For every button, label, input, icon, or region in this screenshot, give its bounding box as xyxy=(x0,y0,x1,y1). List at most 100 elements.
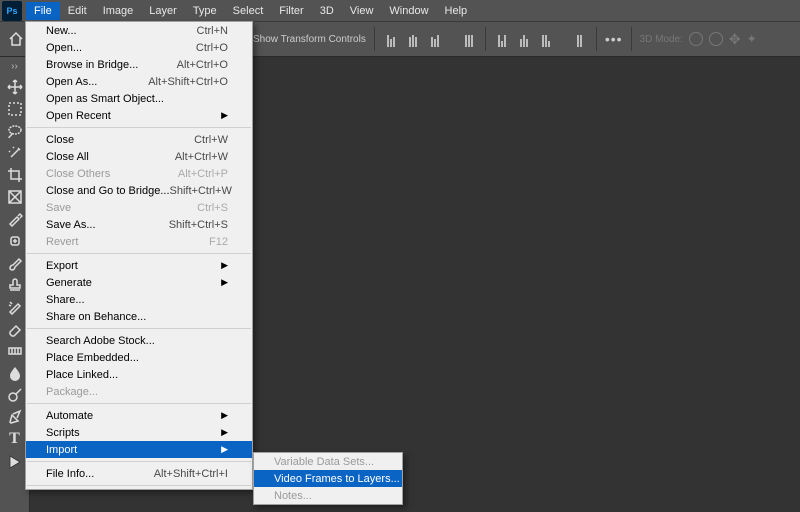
menu-shortcut: F12 xyxy=(209,236,228,248)
submenu-arrow-icon: ▶ xyxy=(211,260,228,271)
menubar-file[interactable]: File xyxy=(26,2,60,20)
collapse-icon[interactable]: ›› xyxy=(11,61,18,72)
menu-item[interactable]: Close and Go to Bridge...Shift+Ctrl+W xyxy=(26,182,252,199)
submenu-item: Variable Data Sets... xyxy=(254,453,402,470)
menu-shortcut: Alt+Ctrl+W xyxy=(175,151,228,163)
menu-item[interactable]: Share on Behance... xyxy=(26,308,252,325)
menubar-window[interactable]: Window xyxy=(381,2,436,20)
blur-tool[interactable] xyxy=(4,362,26,384)
stamp-tool[interactable] xyxy=(4,274,26,296)
menubar-type[interactable]: Type xyxy=(185,2,225,20)
menu-item-label: Generate xyxy=(46,277,92,289)
brush-tool[interactable] xyxy=(4,252,26,274)
lasso-tool[interactable] xyxy=(4,120,26,142)
menu-item[interactable]: Open As...Alt+Shift+Ctrl+O xyxy=(26,73,252,90)
eyedropper-tool[interactable] xyxy=(4,208,26,230)
menubar-filter[interactable]: Filter xyxy=(271,2,311,20)
submenu-item[interactable]: Video Frames to Layers... xyxy=(254,470,402,487)
align-top-icon[interactable] xyxy=(461,31,477,47)
menu-item-label: Import xyxy=(46,444,77,456)
menu-item-label: Package... xyxy=(46,386,98,398)
menu-item[interactable]: Open Recent▶ xyxy=(26,107,252,124)
menu-item-label: Open Recent xyxy=(46,110,111,122)
menu-item[interactable]: Automate▶ xyxy=(26,407,252,424)
target-icon[interactable] xyxy=(709,32,723,46)
submenu-arrow-icon: ▶ xyxy=(211,410,228,421)
menu-item[interactable]: Generate ▶ xyxy=(26,274,252,291)
menubar-help[interactable]: Help xyxy=(437,2,476,20)
crop-tool[interactable] xyxy=(4,164,26,186)
menu-item[interactable]: Scripts▶ xyxy=(26,424,252,441)
menu-item: Close OthersAlt+Ctrl+P xyxy=(26,165,252,182)
wand-tool[interactable] xyxy=(4,142,26,164)
type-tool[interactable]: T xyxy=(4,428,26,450)
menu-item-label: Place Linked... xyxy=(46,369,118,381)
menubar-image[interactable]: Image xyxy=(95,2,142,20)
menu-item-label: Browse in Bridge... xyxy=(46,59,138,71)
submenu-arrow-icon: ▶ xyxy=(211,277,228,288)
dodge-tool[interactable] xyxy=(4,384,26,406)
menu-shortcut: Alt+Ctrl+O xyxy=(177,59,228,71)
align-center-h-icon[interactable] xyxy=(405,31,421,47)
menu-item[interactable]: Share... xyxy=(26,291,252,308)
marquee-tool[interactable] xyxy=(4,98,26,120)
more-icon[interactable]: ••• xyxy=(605,31,623,47)
menubar-view[interactable]: View xyxy=(342,2,382,20)
app-icon: Ps xyxy=(2,1,22,21)
distribute-2-icon[interactable] xyxy=(516,31,532,47)
menubar-edit[interactable]: Edit xyxy=(60,2,95,20)
menu-item-label: Search Adobe Stock... xyxy=(46,335,155,347)
history-brush-tool[interactable] xyxy=(4,296,26,318)
menu-shortcut: Ctrl+W xyxy=(194,134,228,146)
scale-3d-icon[interactable]: ✦ xyxy=(747,32,757,46)
menu-item[interactable]: Open...Ctrl+O xyxy=(26,39,252,56)
menu-shortcut: Alt+Ctrl+P xyxy=(178,168,228,180)
eraser-tool[interactable] xyxy=(4,318,26,340)
menu-item[interactable]: Open as Smart Object... xyxy=(26,90,252,107)
menu-item[interactable]: File Info...Alt+Shift+Ctrl+I xyxy=(26,465,252,482)
menu-item: Package... xyxy=(26,383,252,400)
menubar-layer[interactable]: Layer xyxy=(141,2,185,20)
menu-item[interactable]: Close Ctrl+W xyxy=(26,131,252,148)
menu-shortcut: Shift+Ctrl+W xyxy=(170,185,232,197)
menubar-select[interactable]: Select xyxy=(225,2,272,20)
menu-item[interactable]: Close AllAlt+Ctrl+W xyxy=(26,148,252,165)
submenu-item-label: Video Frames to Layers... xyxy=(274,473,400,485)
menu-item: SaveCtrl+S xyxy=(26,199,252,216)
align-group-1[interactable] xyxy=(383,31,477,47)
home-button[interactable] xyxy=(6,29,26,49)
healing-tool[interactable] xyxy=(4,230,26,252)
menu-item[interactable]: Import▶ xyxy=(26,441,252,458)
path-tool[interactable] xyxy=(4,450,26,472)
menu-separator xyxy=(27,253,251,254)
menu-separator xyxy=(27,461,251,462)
menu-item-label: Share on Behance... xyxy=(46,311,146,323)
submenu-arrow-icon: ▶ xyxy=(211,427,228,438)
menu-item-label: Export xyxy=(46,260,78,272)
align-left-icon[interactable] xyxy=(383,31,399,47)
distribute-3-icon[interactable] xyxy=(538,31,554,47)
menu-shortcut: Ctrl+N xyxy=(197,25,228,37)
frame-tool[interactable] xyxy=(4,186,26,208)
align-group-2[interactable] xyxy=(494,31,588,47)
distribute-1-icon[interactable] xyxy=(494,31,510,47)
menu-item[interactable]: Place Linked... xyxy=(26,366,252,383)
menu-item[interactable]: Search Adobe Stock... xyxy=(26,332,252,349)
orbit-icon[interactable] xyxy=(689,32,703,46)
menu-item[interactable]: Browse in Bridge... Alt+Ctrl+O xyxy=(26,56,252,73)
menu-item-label: Open as Smart Object... xyxy=(46,93,164,105)
submenu-item-label: Notes... xyxy=(274,490,312,502)
distribute-4-icon[interactable] xyxy=(572,31,588,47)
menu-item-label: Close and Go to Bridge... xyxy=(46,185,170,197)
move-tool[interactable] xyxy=(4,76,26,98)
menu-item[interactable]: Save As...Shift+Ctrl+S xyxy=(26,216,252,233)
gradient-tool[interactable] xyxy=(4,340,26,362)
menu-item-label: Close xyxy=(46,134,74,146)
menu-item[interactable]: New...Ctrl+N xyxy=(26,22,252,39)
menu-item[interactable]: Export ▶ xyxy=(26,257,252,274)
pen-tool[interactable] xyxy=(4,406,26,428)
move-3d-icon[interactable]: ✥ xyxy=(729,31,741,48)
align-right-icon[interactable] xyxy=(427,31,443,47)
menubar-3d[interactable]: 3D xyxy=(312,2,342,20)
menu-item[interactable]: Place Embedded... xyxy=(26,349,252,366)
